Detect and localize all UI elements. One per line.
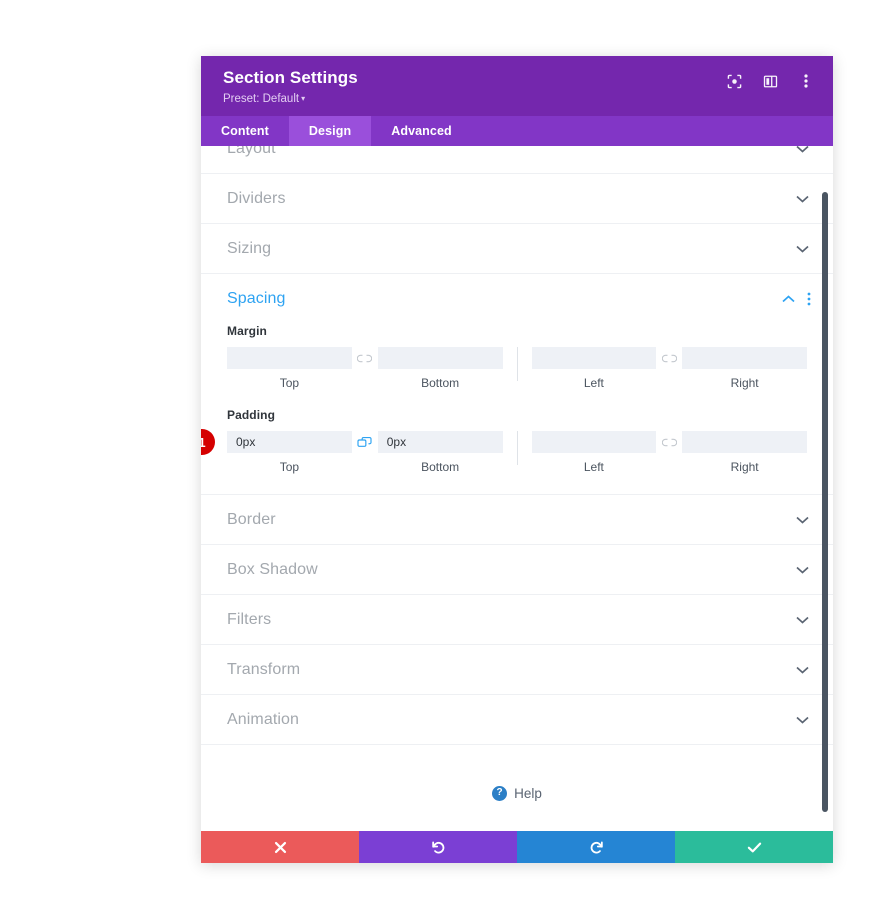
sidebar-item-animation[interactable]: Animation — [201, 695, 833, 745]
chevron-down-icon — [796, 566, 809, 574]
padding-left-input[interactable] — [531, 431, 657, 453]
padding-bottom-caption: Bottom — [421, 460, 460, 474]
margin-link-toggle-icon-2[interactable] — [656, 347, 682, 369]
save-button[interactable] — [675, 831, 833, 863]
padding-label: Padding — [227, 408, 276, 422]
padding-right-input[interactable] — [682, 431, 807, 453]
scrollbar-track — [821, 146, 829, 831]
padding-left-caption: Left — [583, 460, 604, 474]
undo-icon — [431, 840, 446, 855]
layout-columns-icon[interactable] — [761, 72, 779, 90]
section-label: Box Shadow — [227, 560, 318, 578]
sidebar-item-box-shadow[interactable]: Box Shadow — [201, 545, 833, 595]
padding-link-toggle-icon-2[interactable] — [656, 431, 682, 453]
chevron-down-icon — [796, 195, 809, 203]
preset-label: Preset: Default — [223, 93, 300, 105]
tab-advanced[interactable]: Advanced — [371, 116, 472, 146]
preset-selector[interactable]: Preset: Default ▾ — [223, 91, 811, 107]
sidebar-item-transform[interactable]: Transform — [201, 645, 833, 695]
divider — [516, 431, 518, 465]
redo-icon — [589, 840, 604, 855]
undo-button[interactable] — [359, 831, 517, 863]
section-label: Dividers — [227, 189, 286, 207]
tab-content[interactable]: Content — [201, 116, 289, 146]
section-label: Sizing — [227, 239, 272, 257]
section-tools — [782, 292, 811, 306]
sidebar-item-dividers[interactable]: Dividers — [201, 174, 833, 224]
section-spacing-header[interactable]: Spacing — [201, 274, 833, 324]
section-spacing: Spacing Margin Top Bottom Left Right Pad… — [201, 274, 833, 495]
margin-link-toggle-icon[interactable] — [352, 347, 378, 369]
chevron-down-icon — [796, 716, 809, 724]
header-icon-group — [725, 72, 815, 90]
sidebar-item-layout[interactable]: Layout — [201, 146, 833, 174]
padding-bottom-input[interactable]: 0px — [377, 431, 503, 453]
redo-button[interactable] — [517, 831, 675, 863]
margin-bottom-input[interactable] — [377, 347, 503, 369]
section-label: Filters — [227, 610, 272, 628]
page-title: Section Settings — [223, 68, 358, 87]
check-icon — [747, 841, 762, 854]
chevron-down-icon — [796, 616, 809, 624]
padding-top-input[interactable]: 0px — [227, 431, 352, 453]
close-icon — [274, 841, 287, 854]
margin-left-caption: Left — [583, 376, 604, 390]
margin-left-input[interactable] — [531, 347, 657, 369]
padding-field-group: Padding 1 0px Top 0px Bottom Left Right — [201, 408, 833, 474]
tab-design[interactable]: Design — [288, 116, 372, 146]
panel-footer — [201, 831, 833, 863]
chevron-down-icon — [796, 146, 809, 153]
scrollbar-thumb[interactable] — [822, 192, 828, 812]
help-label: Help — [514, 785, 542, 801]
more-vertical-icon[interactable] — [797, 72, 815, 90]
section-label: Transform — [227, 660, 301, 678]
cancel-button[interactable] — [201, 831, 359, 863]
chevron-down-icon — [796, 245, 809, 253]
section-label: Border — [227, 510, 276, 528]
sidebar-item-sizing[interactable]: Sizing — [201, 224, 833, 274]
panel-header: Section Settings Preset: Default ▾ — [201, 56, 833, 116]
divider — [516, 347, 518, 381]
margin-top-input[interactable] — [227, 347, 352, 369]
chevron-down-icon — [796, 666, 809, 674]
margin-right-caption: Right — [730, 376, 759, 390]
settings-scroll-area[interactable]: Layout Dividers Sizing Spacing Margin To… — [201, 146, 833, 831]
more-vertical-icon[interactable] — [807, 292, 811, 306]
help-link[interactable]: ? Help — [201, 745, 833, 831]
tab-bar: Content Design Advanced — [201, 116, 833, 146]
padding-top-caption: Top — [279, 460, 300, 474]
section-label: Animation — [227, 710, 300, 728]
margin-bottom-caption: Bottom — [421, 376, 460, 390]
padding-inputs: 1 0px Top 0px Bottom Left Right — [201, 429, 807, 474]
chevron-up-icon[interactable] — [782, 295, 795, 303]
margin-label: Margin — [227, 324, 267, 338]
step-badge-1: 1 — [201, 429, 215, 455]
section-label: Spacing — [227, 290, 286, 307]
padding-link-toggle-icon[interactable] — [352, 431, 378, 453]
sidebar-item-filters[interactable]: Filters — [201, 595, 833, 645]
help-icon: ? — [492, 785, 508, 801]
padding-right-caption: Right — [730, 460, 759, 474]
margin-top-caption: Top — [279, 376, 300, 390]
margin-inputs: Top Bottom Left Right — [227, 347, 807, 390]
chevron-down-icon — [796, 516, 809, 524]
focus-icon[interactable] — [725, 72, 743, 90]
margin-field-group: Margin Top Bottom Left Right — [201, 324, 833, 390]
section-label: Layout — [227, 146, 276, 157]
section-settings-panel: Section Settings Preset: Default ▾ Conte… — [201, 56, 833, 863]
sidebar-item-border[interactable]: Border — [201, 495, 833, 545]
chevron-down-icon: ▾ — [301, 94, 306, 103]
margin-right-input[interactable] — [682, 347, 807, 369]
